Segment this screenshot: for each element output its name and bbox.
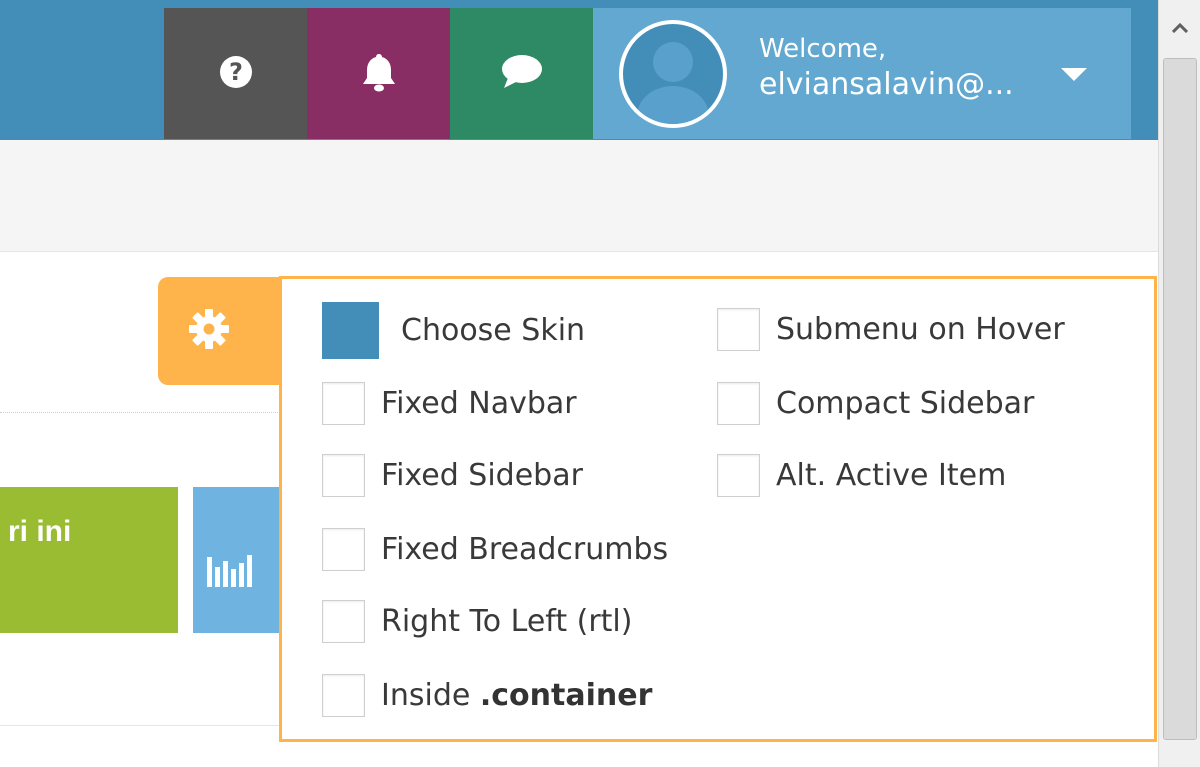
bell-icon bbox=[357, 50, 401, 98]
inside-label-prefix: Inside bbox=[381, 678, 471, 713]
inside-label-bold: .container bbox=[479, 678, 653, 713]
user-email: elviansalavin@... bbox=[759, 67, 1014, 103]
fixed-sidebar-label: Fixed Sidebar bbox=[381, 458, 583, 493]
settings-panel: Choose Skin Fixed Navbar Fixed Sidebar F… bbox=[279, 276, 1157, 742]
alt-active-item-checkbox[interactable] bbox=[717, 454, 760, 497]
bar-chart-icon bbox=[207, 555, 252, 587]
vertical-scrollbar[interactable] bbox=[1158, 0, 1200, 767]
submenu-hover-checkbox[interactable] bbox=[717, 308, 760, 351]
settings-toggle-button[interactable] bbox=[158, 277, 288, 385]
compact-sidebar-checkbox[interactable] bbox=[717, 382, 760, 425]
fixed-sidebar-option[interactable]: Fixed Sidebar bbox=[322, 454, 583, 497]
help-button[interactable]: ? bbox=[164, 8, 307, 139]
green-tile-text: ri ini bbox=[8, 515, 72, 548]
choose-skin-option[interactable]: Choose Skin bbox=[322, 302, 585, 359]
scroll-up-button[interactable] bbox=[1159, 0, 1200, 55]
breadcrumbs-bar bbox=[0, 140, 1158, 252]
content-divider bbox=[0, 725, 280, 726]
fixed-breadcrumbs-label: Fixed Breadcrumbs bbox=[381, 532, 669, 567]
fixed-navbar-label: Fixed Navbar bbox=[381, 386, 577, 421]
fixed-sidebar-checkbox[interactable] bbox=[322, 454, 365, 497]
green-info-tile[interactable]: ri ini bbox=[0, 487, 178, 633]
caret-down-icon bbox=[1061, 68, 1087, 81]
compact-sidebar-option[interactable]: Compact Sidebar bbox=[717, 382, 1034, 425]
fixed-navbar-option[interactable]: Fixed Navbar bbox=[322, 382, 577, 425]
compact-sidebar-label: Compact Sidebar bbox=[776, 386, 1035, 421]
choose-skin-label: Choose Skin bbox=[401, 313, 586, 348]
messages-button[interactable] bbox=[450, 8, 593, 139]
inside-container-label: Inside .container bbox=[381, 678, 652, 713]
scrollbar-thumb[interactable] bbox=[1163, 58, 1197, 740]
user-menu-toggle[interactable]: Welcome, elviansalavin@... bbox=[593, 8, 1131, 139]
rtl-checkbox[interactable] bbox=[322, 600, 365, 643]
question-circle-icon: ? bbox=[218, 54, 254, 94]
notifications-button[interactable] bbox=[307, 8, 450, 139]
inside-container-checkbox[interactable] bbox=[322, 674, 365, 717]
top-navbar: ? Welcome, elviansalavin@... bbox=[0, 0, 1158, 140]
skin-color-picker[interactable] bbox=[322, 302, 379, 359]
submenu-hover-label: Submenu on Hover bbox=[776, 312, 1065, 347]
blue-info-tile[interactable] bbox=[193, 487, 293, 633]
page-header-divider bbox=[0, 412, 280, 413]
submenu-hover-option[interactable]: Submenu on Hover bbox=[717, 308, 1065, 351]
comment-icon bbox=[500, 52, 544, 96]
welcome-text: Welcome, elviansalavin@... bbox=[759, 34, 1014, 103]
alt-active-item-option[interactable]: Alt. Active Item bbox=[717, 454, 1006, 497]
fixed-breadcrumbs-option[interactable]: Fixed Breadcrumbs bbox=[322, 528, 668, 571]
fixed-navbar-checkbox[interactable] bbox=[322, 382, 365, 425]
rtl-option[interactable]: Right To Left (rtl) bbox=[322, 600, 632, 643]
inside-container-option[interactable]: Inside .container bbox=[322, 674, 652, 717]
fixed-breadcrumbs-checkbox[interactable] bbox=[322, 528, 365, 571]
alt-active-item-label: Alt. Active Item bbox=[776, 458, 1007, 493]
rtl-label: Right To Left (rtl) bbox=[381, 604, 633, 639]
gear-icon bbox=[188, 308, 230, 354]
welcome-label: Welcome, bbox=[759, 34, 887, 64]
user-avatar-icon bbox=[619, 20, 727, 128]
scroll-up-arrow-icon bbox=[1172, 22, 1188, 33]
svg-text:?: ? bbox=[229, 58, 243, 86]
